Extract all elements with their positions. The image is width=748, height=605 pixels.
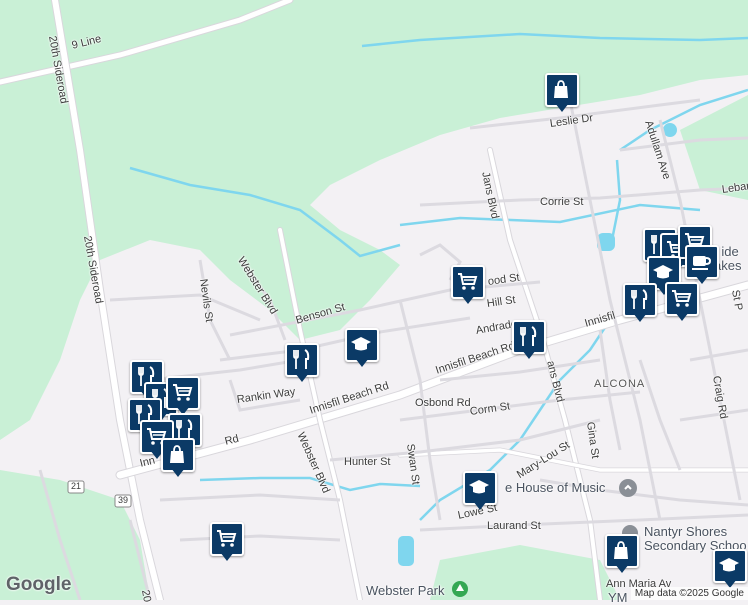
road-label: Hunter St <box>344 456 391 468</box>
map-pin[interactable] <box>713 549 747 591</box>
map-pin[interactable] <box>685 245 719 287</box>
road-label: Laurand St <box>487 520 541 532</box>
shopping-cart-icon <box>672 290 692 307</box>
map-pin[interactable] <box>545 73 579 115</box>
map-pin[interactable] <box>345 328 379 370</box>
graduation-cap-icon <box>653 265 673 279</box>
map-pin[interactable] <box>605 534 639 576</box>
poi-label-ym[interactable]: YM <box>608 590 628 605</box>
map-pin[interactable] <box>512 320 546 362</box>
highway-shield-label: 39 <box>118 495 129 505</box>
highway-shield-label: 21 <box>71 481 82 491</box>
music-poi-icon[interactable] <box>619 479 637 497</box>
shopping-bag-icon <box>614 541 628 559</box>
area-label: ALCONA <box>594 378 646 390</box>
map-pin[interactable] <box>451 265 485 307</box>
shopping-cart-icon <box>458 273 478 290</box>
coffee-cup-icon <box>692 256 712 270</box>
google-logo: Google <box>6 574 72 595</box>
map-pin[interactable] <box>623 283 657 325</box>
map-pin[interactable] <box>463 471 497 513</box>
restaurant-icon <box>520 326 537 346</box>
road-label: 20 <box>139 588 154 604</box>
road-label: Corrie St <box>540 196 584 208</box>
map-pin[interactable] <box>166 376 200 418</box>
map-pin[interactable] <box>210 522 244 564</box>
road-label: Osbond Rd <box>415 397 471 409</box>
park-poi-icon[interactable] <box>452 581 468 597</box>
map-pin[interactable] <box>665 282 699 324</box>
graduation-cap-icon <box>351 337 371 351</box>
restaurant-icon <box>293 349 310 369</box>
shopping-bag-icon <box>170 445 184 463</box>
poi-label-webster-park[interactable]: Webster Park <box>366 583 445 598</box>
pond <box>398 536 414 566</box>
map-attribution[interactable]: Map data ©2025 Google <box>630 587 748 600</box>
poi-label-nantyr-shores[interactable]: Nantyr Shores <box>644 524 727 539</box>
restaurant-icon <box>176 419 193 439</box>
shopping-cart-icon <box>217 530 237 547</box>
graduation-cap-icon <box>719 558 739 572</box>
poi-label-house-of-music[interactable]: e House of Music <box>505 480 605 495</box>
shopping-bag-icon <box>554 80 568 98</box>
shopping-cart-icon <box>173 384 193 401</box>
map-pin[interactable] <box>161 438 195 480</box>
restaurant-icon <box>631 289 648 309</box>
map-pin[interactable] <box>285 343 319 385</box>
graduation-cap-icon <box>469 480 489 494</box>
